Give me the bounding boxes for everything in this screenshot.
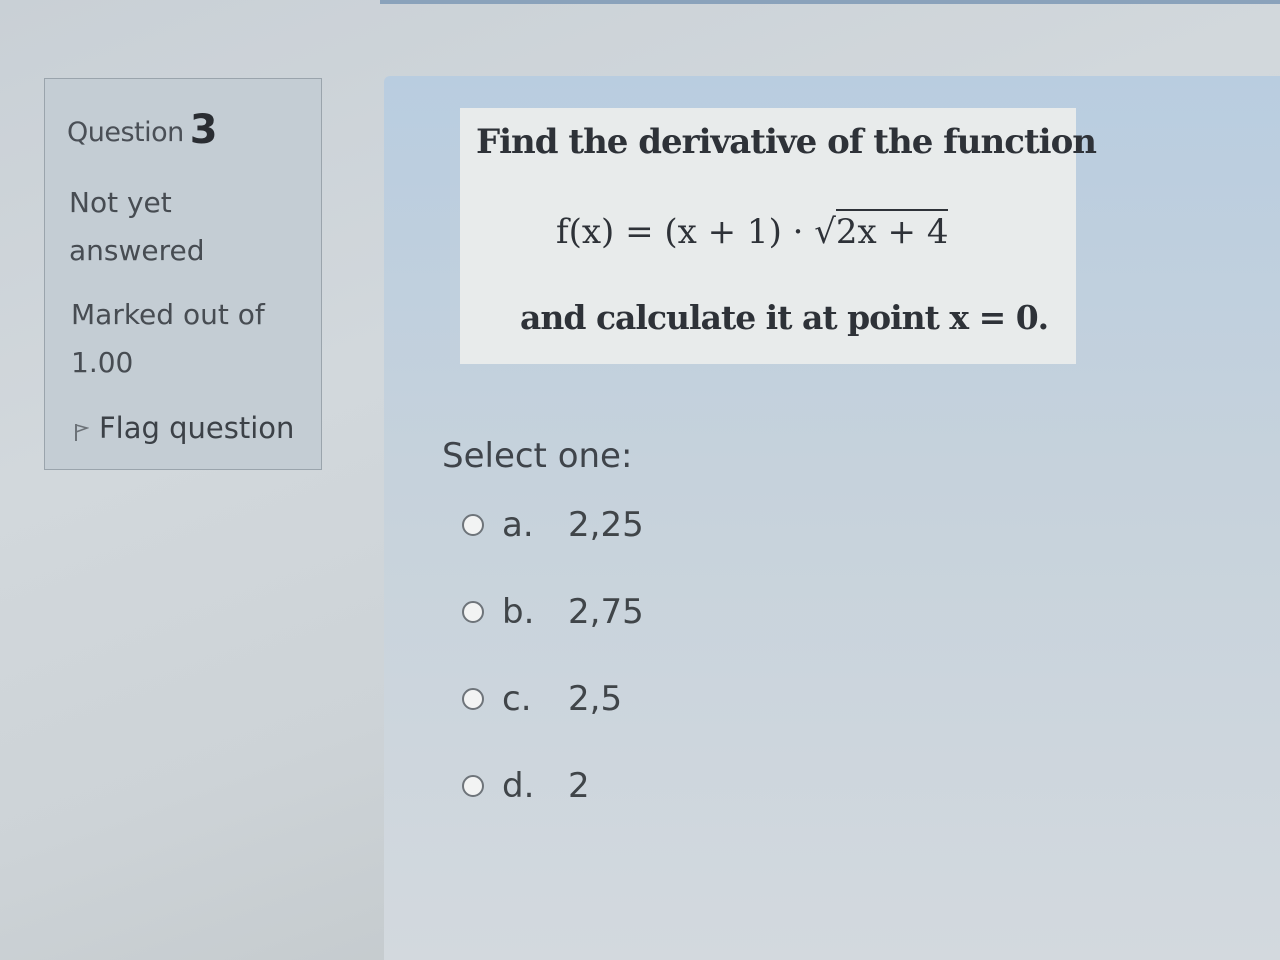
answer-value: 2,5 [568,679,623,719]
answer-option-d[interactable]: d. 2 [462,765,644,807]
question-grade: Marked out of 1.00 [71,291,311,387]
question-state: Not yet answered [69,179,269,275]
answer-letter: c. [502,679,532,719]
select-one-prompt: Select one: [442,436,633,476]
answer-option-a[interactable]: a. 2,25 [462,504,644,546]
radio-button[interactable] [462,601,484,623]
question-label: Question [67,117,184,148]
question-info-panel: Question 3 Not yet answered Marked out of… [44,78,322,470]
flag-icon [75,423,89,441]
answer-option-b[interactable]: b. 2,75 [462,591,644,633]
question-heading: Find the derivative of the function [476,122,1097,162]
question-state-line1: Not yet [69,186,172,219]
flag-question-label: Flag question [99,411,295,445]
question-grade-line1: Marked out of [71,298,265,331]
answer-letter: d. [502,766,535,806]
question-state-line2: answered [69,234,205,267]
question-followup: and calculate it at point x = 0. [520,298,1049,337]
radio-button[interactable] [462,688,484,710]
radio-button[interactable] [462,775,484,797]
top-edge-strip [380,0,1280,4]
answer-letter: a. [502,505,534,545]
question-number-line: Question 3 [67,107,218,153]
question-number: 3 [189,107,218,153]
formula-left-part: f(x) = (x + 1) · √ [556,212,836,252]
radio-button[interactable] [462,514,484,536]
answer-value: 2 [568,766,590,806]
answer-value: 2,75 [568,592,644,632]
answer-letter: b. [502,592,535,632]
function-formula: f(x) = (x + 1) · √2x + 4 [556,209,949,252]
answer-options: a. 2,25 b. 2,75 c. 2,5 d. 2 [462,504,644,852]
answer-option-c[interactable]: c. 2,5 [462,678,644,720]
formula-radicand: 2x + 4 [835,209,949,252]
answer-value: 2,25 [568,505,644,545]
question-grade-line2: 1.00 [71,346,134,379]
flag-question-button[interactable]: Flag question [73,411,294,445]
